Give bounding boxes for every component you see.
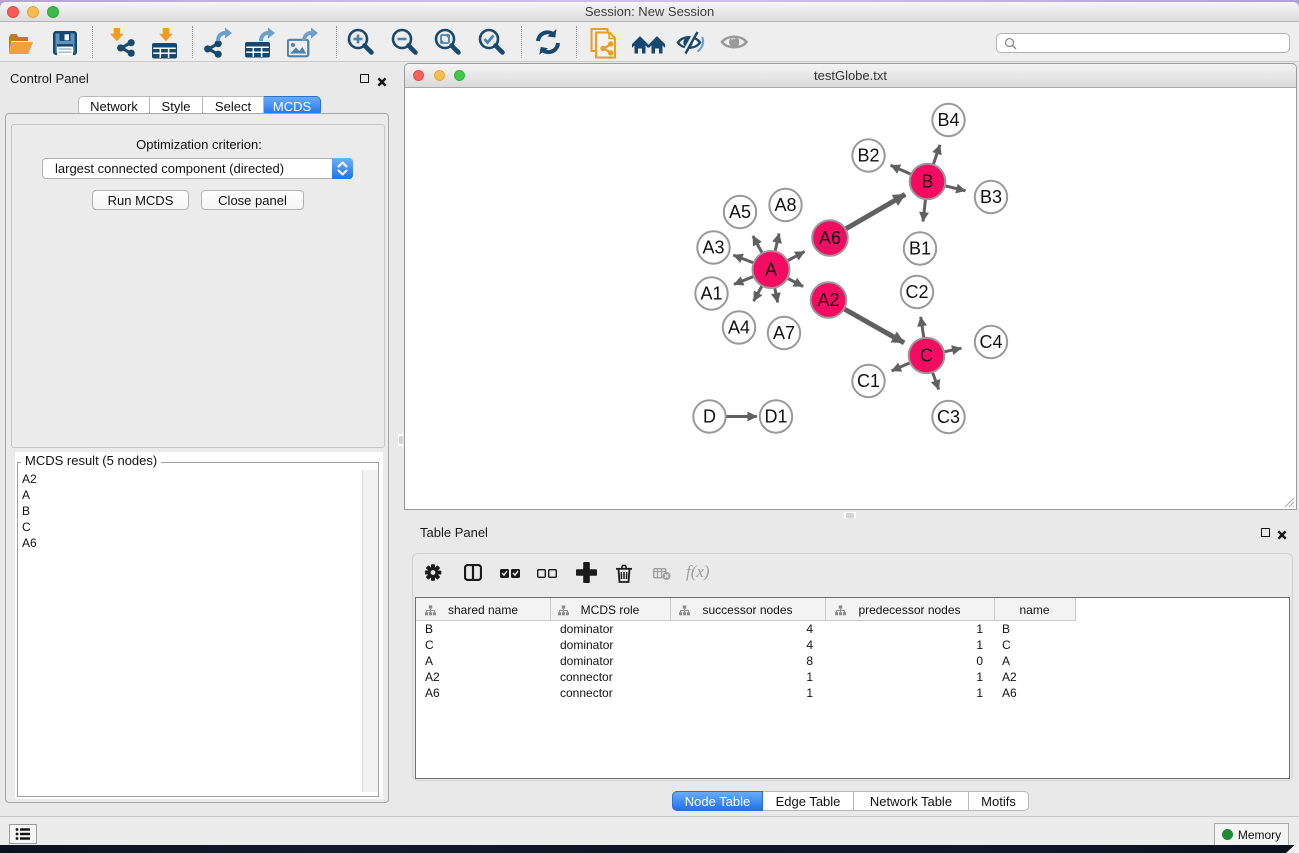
- svg-text:f(x): f(x): [686, 563, 710, 581]
- svg-text:C4: C4: [979, 332, 1002, 352]
- svg-text:B3: B3: [980, 187, 1002, 207]
- svg-text:B4: B4: [937, 110, 959, 130]
- svg-text:A1: A1: [700, 284, 722, 304]
- svg-text:B2: B2: [857, 146, 879, 166]
- svg-text:A2: A2: [817, 290, 839, 310]
- svg-text:A5: A5: [729, 202, 751, 222]
- svg-text:C: C: [920, 346, 933, 366]
- svg-text:B1: B1: [909, 239, 931, 259]
- svg-text:C3: C3: [937, 407, 960, 427]
- svg-text:A7: A7: [773, 323, 795, 343]
- svg-text:A4: A4: [728, 318, 750, 338]
- svg-text:D: D: [703, 407, 716, 427]
- svg-text:A6: A6: [819, 228, 841, 248]
- svg-text:A8: A8: [774, 195, 796, 215]
- svg-text:C2: C2: [905, 282, 928, 302]
- svg-text:A3: A3: [702, 238, 724, 258]
- svg-text:C1: C1: [857, 371, 880, 391]
- svg-text:D1: D1: [764, 407, 787, 427]
- svg-text:B: B: [921, 172, 933, 192]
- svg-text:A: A: [765, 260, 777, 280]
